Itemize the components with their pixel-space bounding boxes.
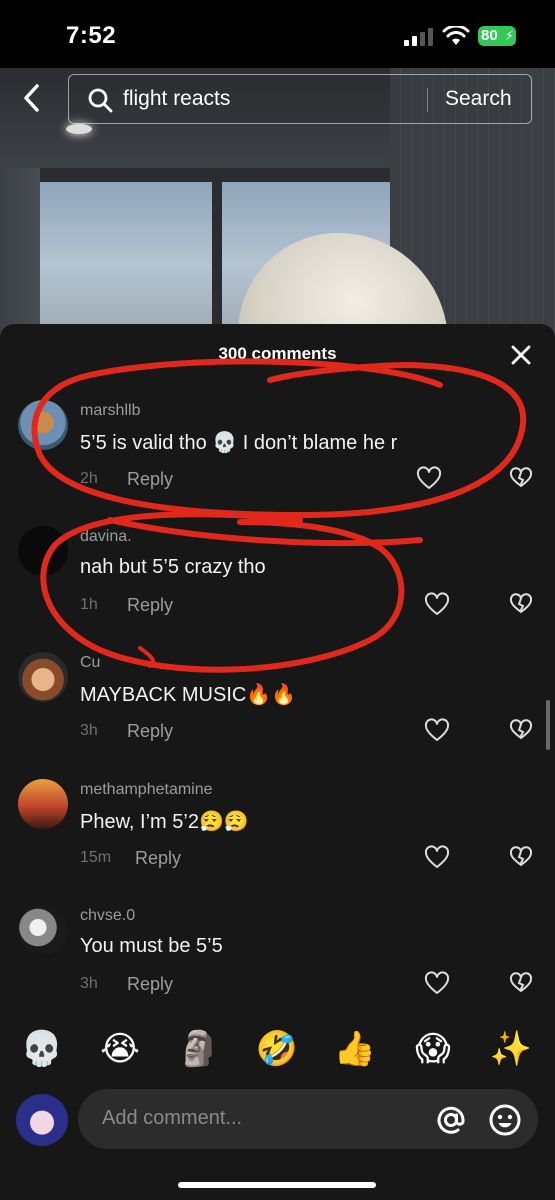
comment-username[interactable]: davina. bbox=[80, 528, 132, 546]
comment-item: chvse.0 You must be 5’5 3h Reply bbox=[0, 905, 555, 1025]
video-ceiling-light bbox=[66, 124, 92, 134]
comment-username[interactable]: marshllb bbox=[80, 402, 140, 420]
reply-button[interactable]: Reply bbox=[127, 721, 173, 742]
emoji-scream-button[interactable]: 😱 bbox=[410, 1024, 456, 1074]
close-icon[interactable] bbox=[506, 340, 536, 370]
emoji-thumbs-up-button[interactable]: 👍 bbox=[332, 1024, 378, 1074]
comment-time: 1h bbox=[80, 596, 98, 613]
comment-input-placeholder: Add comment... bbox=[102, 1107, 243, 1129]
status-time: 7:52 bbox=[66, 22, 117, 49]
mention-icon[interactable] bbox=[434, 1103, 468, 1137]
search-icon bbox=[88, 88, 113, 113]
avatar[interactable] bbox=[18, 779, 68, 829]
avatar[interactable] bbox=[18, 400, 68, 450]
avatar[interactable] bbox=[18, 526, 68, 576]
charging-bolt-icon: ⚡ bbox=[504, 28, 514, 43]
heart-icon[interactable] bbox=[424, 592, 450, 618]
comment-username[interactable]: Cu bbox=[80, 654, 100, 672]
battery-indicator: 80 ⚡ bbox=[478, 26, 516, 46]
emoji-crying-button[interactable]: 😭 bbox=[97, 1024, 143, 1074]
back-button[interactable] bbox=[14, 80, 50, 116]
reply-button[interactable]: Reply bbox=[127, 974, 173, 995]
comment-username[interactable]: methamphetamine bbox=[80, 781, 213, 799]
comment-text: Phew, I’m 5’2😮‍💨😮‍💨 bbox=[80, 811, 249, 833]
search-divider bbox=[427, 88, 428, 112]
emoji-sparkles-button[interactable]: ✨ bbox=[488, 1024, 534, 1074]
search-bar[interactable]: flight reacts Search bbox=[68, 74, 532, 124]
comment-text: You must be 5’5 bbox=[80, 935, 223, 957]
avatar[interactable] bbox=[18, 905, 68, 955]
emoji-skull-button[interactable]: 💀 bbox=[19, 1024, 65, 1074]
comment-time: 3h bbox=[80, 975, 98, 992]
search-input[interactable]: flight reacts bbox=[123, 87, 230, 111]
chevron-left-icon bbox=[24, 84, 39, 112]
dislike-icon[interactable] bbox=[508, 592, 534, 618]
heart-icon[interactable] bbox=[424, 718, 450, 744]
signal-icon bbox=[404, 28, 433, 46]
comment-text: 5’5 is valid tho 💀 I don’t blame he r bbox=[80, 432, 398, 454]
reply-button[interactable]: Reply bbox=[135, 848, 181, 869]
comment-time: 3h bbox=[80, 722, 98, 739]
scrollbar[interactable] bbox=[546, 700, 550, 750]
comment-item: marshllb 5’5 is valid tho 💀 I don’t blam… bbox=[0, 400, 555, 520]
emoji-rofl-button[interactable]: 🤣 bbox=[254, 1024, 300, 1074]
comment-item: Cu MAYBACK MUSIC🔥🔥 3h Reply bbox=[0, 652, 555, 772]
comment-username[interactable]: chvse.0 bbox=[80, 907, 135, 925]
heart-icon[interactable] bbox=[416, 466, 442, 492]
comment-item: methamphetamine Phew, I’m 5’2😮‍💨😮‍💨 15m … bbox=[0, 779, 555, 899]
battery-level: 80 bbox=[481, 27, 498, 44]
reply-button[interactable]: Reply bbox=[127, 595, 173, 616]
emoji-moai-button[interactable]: 🗿 bbox=[176, 1024, 222, 1074]
status-bar: 7:52 80 ⚡ bbox=[0, 0, 555, 68]
comments-count-title: 300 comments bbox=[218, 344, 337, 363]
comment-item: davina. nah but 5’5 crazy tho 1h Reply bbox=[0, 526, 555, 646]
reply-button[interactable]: Reply bbox=[127, 469, 173, 490]
dislike-icon[interactable] bbox=[508, 718, 534, 744]
comment-text: MAYBACK MUSIC🔥🔥 bbox=[80, 684, 297, 706]
home-indicator bbox=[178, 1182, 376, 1188]
wifi-icon bbox=[442, 26, 470, 45]
video-window-frame bbox=[212, 168, 222, 338]
emoji-quick-bar: 💀 😭 🗿 🤣 👍 😱 ✨ bbox=[0, 1024, 555, 1080]
dislike-icon[interactable] bbox=[508, 466, 534, 492]
avatar[interactable] bbox=[18, 652, 68, 702]
dislike-icon[interactable] bbox=[508, 971, 534, 997]
emoji-icon[interactable] bbox=[488, 1103, 522, 1137]
dislike-icon[interactable] bbox=[508, 845, 534, 871]
comment-time: 2h bbox=[80, 470, 98, 487]
comment-time: 15m bbox=[80, 849, 112, 866]
comment-text: nah but 5’5 crazy tho bbox=[80, 556, 266, 578]
heart-icon[interactable] bbox=[424, 845, 450, 871]
my-avatar[interactable] bbox=[16, 1094, 68, 1146]
comment-input[interactable]: Add comment... bbox=[78, 1089, 538, 1149]
heart-icon[interactable] bbox=[424, 971, 450, 997]
search-button[interactable]: Search bbox=[445, 87, 512, 111]
